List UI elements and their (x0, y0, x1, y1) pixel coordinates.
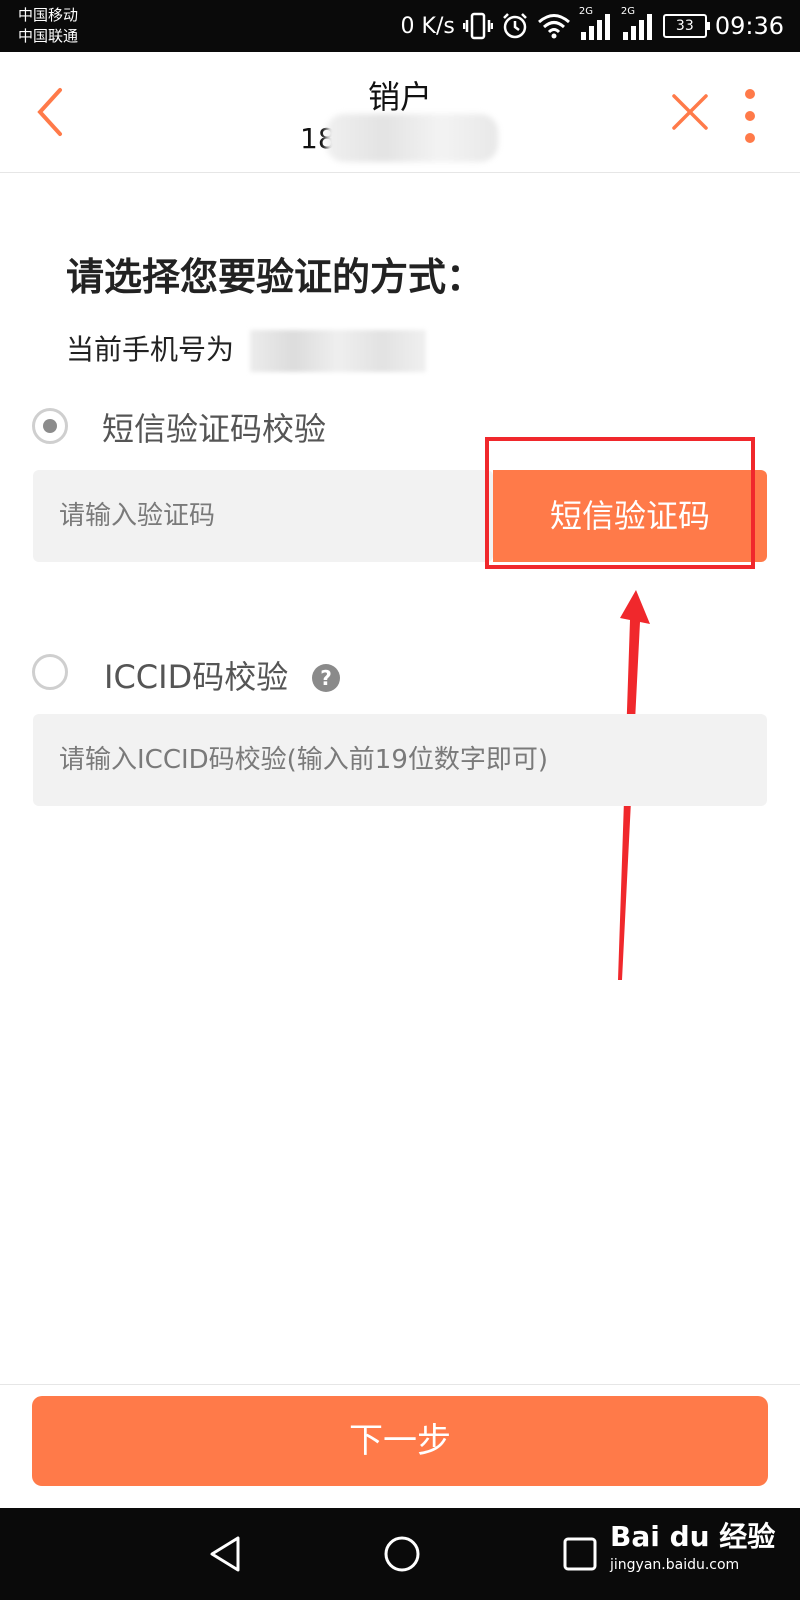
signal-icon (622, 14, 652, 40)
clock: 09:36 (714, 12, 784, 40)
system-nav-bar: Bai du 经验 jingyan.baidu.com (0, 1508, 800, 1600)
nav-home-icon[interactable] (380, 1532, 424, 1576)
alarm-icon (502, 13, 527, 39)
signal-2: 2G (621, 6, 655, 40)
watermark-brand: Bai du 经验 (610, 1520, 776, 1553)
status-icons: 0 K/s 2G 2G 33 09:36 (400, 6, 784, 42)
carrier-2: 中国联通 (18, 27, 79, 45)
signal-1: 2G (579, 6, 613, 40)
battery-icon: 33 (662, 14, 710, 38)
radio-sms-verification[interactable] (32, 408, 68, 444)
radio-iccid-verification[interactable] (32, 654, 68, 690)
section-heading: 请选择您要验证的方式： (66, 255, 485, 299)
redacted-phone-value (250, 330, 426, 372)
iccid-input[interactable] (33, 714, 767, 806)
net-speed: 0 K/s (400, 13, 455, 39)
current-phone-label: 当前手机号为 (66, 333, 235, 366)
sms-verification-label[interactable]: 短信验证码校验 (102, 404, 326, 450)
carrier-1: 中国移动 (18, 6, 79, 24)
footer-divider (0, 1384, 800, 1385)
nav-back-icon[interactable] (204, 1532, 248, 1576)
vibrate-icon (462, 12, 493, 40)
more-options-icon[interactable] (740, 84, 760, 148)
sms-code-input[interactable] (33, 470, 493, 562)
help-icon[interactable]: ? (312, 664, 340, 692)
send-sms-code-button[interactable]: 短信验证码 (493, 470, 767, 562)
signal-icon (580, 14, 610, 40)
nav-recent-apps-icon[interactable] (560, 1534, 600, 1574)
redacted-phone-block (326, 114, 498, 162)
wifi-icon (537, 14, 570, 39)
baidu-jingyan-watermark: Bai du 经验 jingyan.baidu.com (610, 1518, 775, 1574)
next-step-button[interactable]: 下一步 (32, 1396, 768, 1486)
watermark-url: jingyan.baidu.com (610, 1557, 740, 1573)
status-bar: 中国移动 中国联通 0 K/s 2G 2G 33 09:36 (0, 0, 800, 52)
carrier-info: 中国移动 中国联通 (18, 5, 78, 47)
close-icon[interactable] (668, 90, 712, 134)
iccid-verification-label[interactable]: ICCID码校验 (104, 652, 288, 698)
